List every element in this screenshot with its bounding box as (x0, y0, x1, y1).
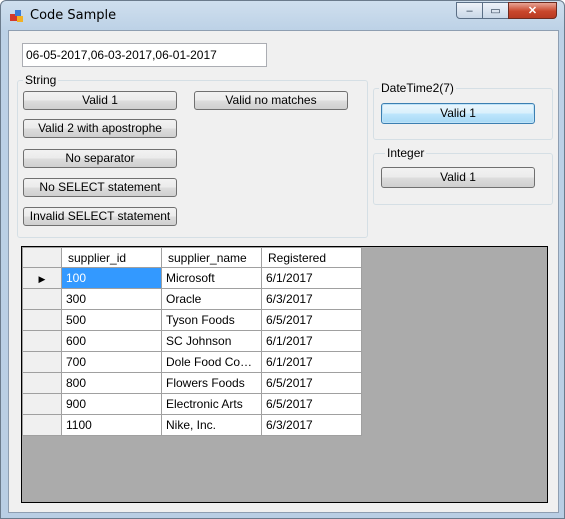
close-icon: ✕ (527, 5, 538, 17)
string-no-select-button[interactable]: No SELECT statement (23, 178, 177, 197)
column-header-supplier-id[interactable]: supplier_id (61, 247, 162, 268)
row-header[interactable]: ▶ (22, 267, 62, 289)
cell-supplier-id[interactable]: 500 (61, 309, 162, 331)
integer-group-label: Integer (385, 146, 427, 160)
cell-supplier-id[interactable]: 900 (61, 393, 162, 415)
table-row[interactable]: 1100 Nike, Inc. 6/3/2017 (22, 414, 362, 436)
cell-supplier-name[interactable]: Microsoft (161, 267, 262, 289)
row-header[interactable] (22, 372, 62, 394)
grid-corner-header[interactable] (22, 247, 62, 268)
table-row[interactable]: 600 SC Johnson 6/1/2017 (22, 330, 362, 352)
cell-supplier-name[interactable]: Flowers Foods (161, 372, 262, 394)
cell-supplier-name[interactable]: SC Johnson (161, 330, 262, 352)
table-row[interactable]: 800 Flowers Foods 6/5/2017 (22, 372, 362, 394)
cell-registered[interactable]: 6/5/2017 (261, 309, 362, 331)
cell-registered[interactable]: 6/5/2017 (261, 372, 362, 394)
cell-supplier-id[interactable]: 100 (61, 267, 162, 289)
string-no-separator-button[interactable]: No separator (23, 149, 177, 168)
grid-header-row: supplier_id supplier_name Registered (22, 247, 362, 268)
string-group-label: String (23, 73, 59, 87)
cell-supplier-name[interactable]: Dole Food Comp... (161, 351, 262, 373)
cell-supplier-name[interactable]: Oracle (161, 288, 262, 310)
cell-supplier-name[interactable]: Tyson Foods (161, 309, 262, 331)
cell-supplier-name[interactable]: Electronic Arts (161, 393, 262, 415)
column-header-supplier-name[interactable]: supplier_name (161, 247, 262, 268)
cell-registered[interactable]: 6/1/2017 (261, 330, 362, 352)
minimize-button[interactable]: ‒ (456, 2, 483, 19)
table-row[interactable]: 300 Oracle 6/3/2017 (22, 288, 362, 310)
window-title: Code Sample (30, 8, 117, 23)
row-header[interactable] (22, 351, 62, 373)
cell-supplier-name[interactable]: Nike, Inc. (161, 414, 262, 436)
string-group: String Valid 1 Valid no matches Valid 2 … (17, 73, 368, 238)
row-header[interactable] (22, 330, 62, 352)
dates-input[interactable]: 06-05-2017,06-03-2017,06-01-2017 (22, 43, 267, 67)
cell-supplier-id[interactable]: 300 (61, 288, 162, 310)
cell-registered[interactable]: 6/1/2017 (261, 351, 362, 373)
table-row[interactable]: 900 Electronic Arts 6/5/2017 (22, 393, 362, 415)
datetime-valid-1-button[interactable]: Valid 1 (381, 103, 535, 124)
title-bar[interactable]: Code Sample ‒ ▭ ✕ (1, 1, 564, 29)
cell-supplier-id[interactable]: 1100 (61, 414, 162, 436)
string-valid-1-button[interactable]: Valid 1 (23, 91, 177, 110)
suppliers-grid[interactable]: supplier_id supplier_name Registered ▶ 1… (21, 246, 548, 503)
app-window: Code Sample ‒ ▭ ✕ 06-05-2017,06-03-2017,… (0, 0, 565, 519)
cell-registered[interactable]: 6/1/2017 (261, 267, 362, 289)
cell-registered[interactable]: 6/5/2017 (261, 393, 362, 415)
row-header[interactable] (22, 288, 62, 310)
form-client-area: 06-05-2017,06-03-2017,06-01-2017 String … (8, 30, 559, 513)
string-invalid-select-button[interactable]: Invalid SELECT statement (23, 207, 177, 226)
table-row[interactable]: ▶ 100 Microsoft 6/1/2017 (22, 267, 362, 289)
integer-group: Integer Valid 1 (373, 146, 553, 205)
cell-supplier-id[interactable]: 800 (61, 372, 162, 394)
suppliers-table: supplier_id supplier_name Registered ▶ 1… (22, 247, 362, 436)
current-row-icon: ▶ (38, 274, 46, 284)
app-icon (10, 10, 23, 22)
row-header[interactable] (22, 414, 62, 436)
row-header[interactable] (22, 393, 62, 415)
datetime-group-label: DateTime2(7) (379, 81, 456, 95)
maximize-button[interactable]: ▭ (482, 2, 509, 19)
column-header-registered[interactable]: Registered (261, 247, 362, 268)
cell-registered[interactable]: 6/3/2017 (261, 414, 362, 436)
row-header[interactable] (22, 309, 62, 331)
string-valid-no-matches-button[interactable]: Valid no matches (194, 91, 348, 110)
datetime-group: DateTime2(7) Valid 1 (373, 81, 553, 140)
table-row[interactable]: 700 Dole Food Comp... 6/1/2017 (22, 351, 362, 373)
cell-registered[interactable]: 6/3/2017 (261, 288, 362, 310)
minimize-icon: ‒ (466, 4, 473, 17)
cell-supplier-id[interactable]: 600 (61, 330, 162, 352)
close-button[interactable]: ✕ (508, 2, 557, 19)
string-valid-2-apostrophe-button[interactable]: Valid 2 with apostrophe (23, 119, 177, 138)
table-row[interactable]: 500 Tyson Foods 6/5/2017 (22, 309, 362, 331)
integer-valid-1-button[interactable]: Valid 1 (381, 167, 535, 188)
cell-supplier-id[interactable]: 700 (61, 351, 162, 373)
maximize-icon: ▭ (490, 5, 501, 17)
